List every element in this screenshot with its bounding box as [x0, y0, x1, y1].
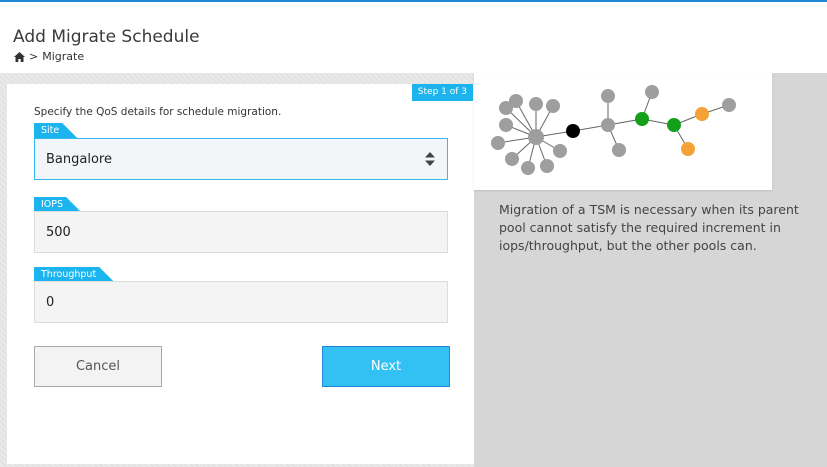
iops-input[interactable]: 500 [34, 211, 448, 253]
page-header: Add Migrate Schedule > Migrate [0, 2, 827, 73]
breadcrumb-current: Migrate [42, 50, 85, 63]
site-label: Site [34, 123, 77, 138]
home-icon[interactable] [14, 51, 25, 62]
content-area: Step 1 of 3 Specify the QoS details for … [0, 73, 827, 467]
updown-arrows-icon [425, 152, 435, 166]
site-select[interactable]: Bangalore [34, 138, 448, 180]
throughput-input[interactable]: 0 [34, 281, 448, 323]
info-panel: Migration of a TSM is necessary when its… [474, 73, 827, 467]
pool-network-diagram [491, 85, 736, 175]
form-intro: Specify the QoS details for schedule mig… [34, 106, 282, 118]
form-panel: Step 1 of 3 Specify the QoS details for … [7, 84, 474, 464]
cancel-button[interactable]: Cancel [34, 346, 162, 387]
breadcrumb-separator: > [29, 50, 39, 63]
next-button[interactable]: Next [322, 346, 450, 387]
throughput-value: 0 [46, 294, 55, 310]
migration-description: Migration of a TSM is necessary when its… [499, 202, 799, 253]
iops-value: 500 [46, 224, 71, 240]
step-badge: Step 1 of 3 [411, 84, 473, 101]
throughput-label: Throughput [34, 267, 114, 282]
iops-label: IOPS [34, 197, 81, 212]
breadcrumb: > Migrate [14, 50, 84, 63]
page-title: Add Migrate Schedule [13, 27, 200, 47]
site-select-value: Bangalore [46, 151, 112, 167]
illustration-card [474, 73, 772, 190]
